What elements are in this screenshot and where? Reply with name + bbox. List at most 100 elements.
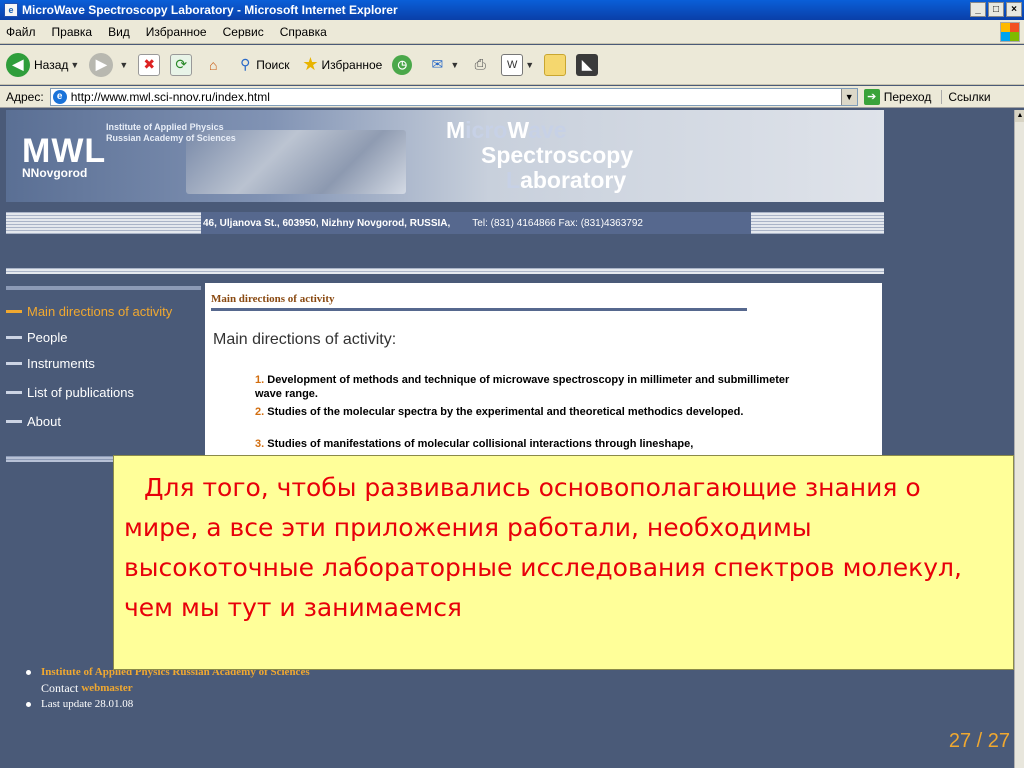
contact-strip: 46, Uljanova St., 603950, Nizhny Novgoro… xyxy=(201,212,751,234)
title-m: M xyxy=(446,117,466,143)
favorites-label: Избранное xyxy=(321,57,383,72)
minimize-button[interactable]: _ xyxy=(970,2,986,17)
windows-logo-icon xyxy=(1000,22,1020,42)
menu-help[interactable]: Справка xyxy=(280,25,327,39)
menu-tools[interactable]: Сервис xyxy=(223,25,264,39)
last-update: Last update 28.01.08 xyxy=(41,698,134,710)
history-button[interactable]: ◷ xyxy=(392,54,416,75)
address-url: http://www.mwl.sci-nnov.ru/index.html xyxy=(70,89,270,104)
menu-file[interactable]: Файл xyxy=(6,25,36,39)
contact-label: Contact xyxy=(41,680,79,695)
institute-line-1: Institute of Applied Physics xyxy=(106,122,224,132)
nav-item-label: List of publications xyxy=(27,385,134,400)
nav-item-people[interactable]: People xyxy=(6,330,67,345)
note-text: Для того, чтобы развивались основополага… xyxy=(124,473,962,622)
site-header: Institute of Applied Physics Russian Aca… xyxy=(6,110,884,202)
nav-dash-icon xyxy=(6,420,22,423)
section-rule xyxy=(211,308,747,311)
title-w: W xyxy=(507,117,529,143)
institute-name: Institute of Applied Physics Russian Aca… xyxy=(106,122,236,144)
home-icon: ⌂ xyxy=(209,56,218,73)
item-number: 2. xyxy=(255,406,265,418)
print-button[interactable]: ⎙ xyxy=(469,54,491,76)
links-button[interactable]: Ссылки xyxy=(941,89,991,104)
webmaster-link[interactable]: webmaster xyxy=(81,682,132,694)
mail-dropdown-icon[interactable]: ▼ xyxy=(450,60,459,70)
address-bar: Адрес: e http://www.mwl.sci-nnov.ru/inde… xyxy=(0,86,1024,108)
edit-dropdown-icon[interactable]: ▼ xyxy=(525,60,534,70)
window-titlebar: e MicroWave Spectroscopy Laboratory - Mi… xyxy=(0,0,1024,20)
history-icon: ◷ xyxy=(392,54,413,75)
item-text: Studies of manifestations of molecular c… xyxy=(267,438,694,450)
slide-note: Для того, чтобы развивались основополага… xyxy=(113,455,1014,670)
title-l: L xyxy=(506,167,521,193)
mail-icon: ✉ xyxy=(431,56,444,72)
edit-page-icon: W xyxy=(501,53,524,76)
home-button[interactable]: ⌂ xyxy=(202,54,224,76)
maximize-button[interactable]: □ xyxy=(988,2,1004,17)
forward-button[interactable]: ▶ ▼ xyxy=(89,52,128,77)
institute-line-2: Russian Academy of Sciences xyxy=(106,133,236,143)
star-icon: ★ xyxy=(302,54,319,74)
bullet-icon xyxy=(26,701,31,707)
stop-button[interactable]: ✖ xyxy=(138,53,161,76)
content-heading: Main directions of activity: xyxy=(213,331,397,348)
messenger-button[interactable]: ◣ xyxy=(576,53,599,76)
edit-button[interactable]: W ▼ xyxy=(501,53,534,76)
list-item: 3. Studies of manifestations of molecula… xyxy=(255,437,811,451)
address-dropdown-icon[interactable]: ▼ xyxy=(840,88,857,105)
item-number: 3. xyxy=(255,438,265,450)
nav-item-label: People xyxy=(27,330,68,345)
nav-item-main-directions[interactable]: Main directions of activity xyxy=(6,304,172,319)
nav-item-instruments[interactable]: Instruments xyxy=(6,356,95,371)
forward-dropdown-icon[interactable]: ▼ xyxy=(119,60,128,70)
title-aboratory: aboratory xyxy=(520,167,627,193)
printer-icon: ⎙ xyxy=(474,56,486,72)
back-button[interactable]: ◀ Назад ▼ xyxy=(6,52,79,77)
page-footer: Institute of Applied Physics Russian Aca… xyxy=(26,664,310,712)
scroll-up-icon[interactable]: ▲ xyxy=(1015,110,1024,122)
favorites-button[interactable]: ★ Избранное xyxy=(300,54,383,76)
nav-item-label: About xyxy=(27,414,61,429)
stop-icon: ✖ xyxy=(138,53,161,76)
menu-edit[interactable]: Правка xyxy=(52,25,93,39)
postal-address: 46, Uljanova St., 603950, Nizhny Novgoro… xyxy=(203,217,451,229)
item-number: 1. xyxy=(255,374,265,386)
address-input[interactable]: e http://www.mwl.sci-nnov.ru/index.html … xyxy=(49,87,858,106)
list-item: 2. Studies of the molecular spectra by t… xyxy=(255,405,811,419)
nav-dash-icon xyxy=(6,362,22,365)
forward-arrow-icon: ▶ xyxy=(89,52,114,77)
title-spectroscopy: Spectroscopy xyxy=(481,142,634,168)
search-icon: ⚲ xyxy=(240,56,251,72)
vertical-scrollbar[interactable]: ▲ xyxy=(1014,110,1024,768)
go-arrow-icon: ➔ xyxy=(863,88,880,105)
nav-dash-icon xyxy=(6,310,22,313)
page-icon: e xyxy=(52,89,67,104)
nav-item-about[interactable]: About xyxy=(6,414,61,429)
nav-dash-icon xyxy=(6,391,22,394)
folder-button[interactable] xyxy=(544,53,567,76)
title-ave: ave xyxy=(528,117,567,143)
window-title: MicroWave Spectroscopy Laboratory - Micr… xyxy=(22,3,398,17)
back-dropdown-icon[interactable]: ▼ xyxy=(70,60,79,70)
bullet-icon xyxy=(26,669,31,675)
refresh-icon: ⟳ xyxy=(170,53,193,76)
footer-row: Contact webmaster xyxy=(41,680,310,696)
nav-dash-icon xyxy=(6,336,22,339)
nav-item-publications[interactable]: List of publications xyxy=(6,385,134,400)
folder-icon xyxy=(544,53,567,76)
refresh-button[interactable]: ⟳ xyxy=(170,53,193,76)
mail-button[interactable]: ✉ ▼ xyxy=(426,54,459,76)
back-label: Назад xyxy=(34,57,69,72)
menu-view[interactable]: Вид xyxy=(108,25,130,39)
nav-top-rule xyxy=(6,286,201,290)
menu-favorites[interactable]: Избранное xyxy=(146,25,207,39)
close-button[interactable]: × xyxy=(1006,2,1022,17)
toolbar: ◀ Назад ▼ ▶ ▼ ✖ ⟳ ⌂ ⚲ Поиск ★ Избранное … xyxy=(0,45,1024,85)
item-text: Development of methods and technique of … xyxy=(255,374,790,400)
go-button[interactable]: ➔ Переход xyxy=(863,88,931,105)
back-arrow-icon: ◀ xyxy=(6,52,30,77)
search-button[interactable]: ⚲ Поиск xyxy=(234,54,289,76)
address-label: Адрес: xyxy=(6,89,44,104)
header-divider-2 xyxy=(6,268,884,274)
